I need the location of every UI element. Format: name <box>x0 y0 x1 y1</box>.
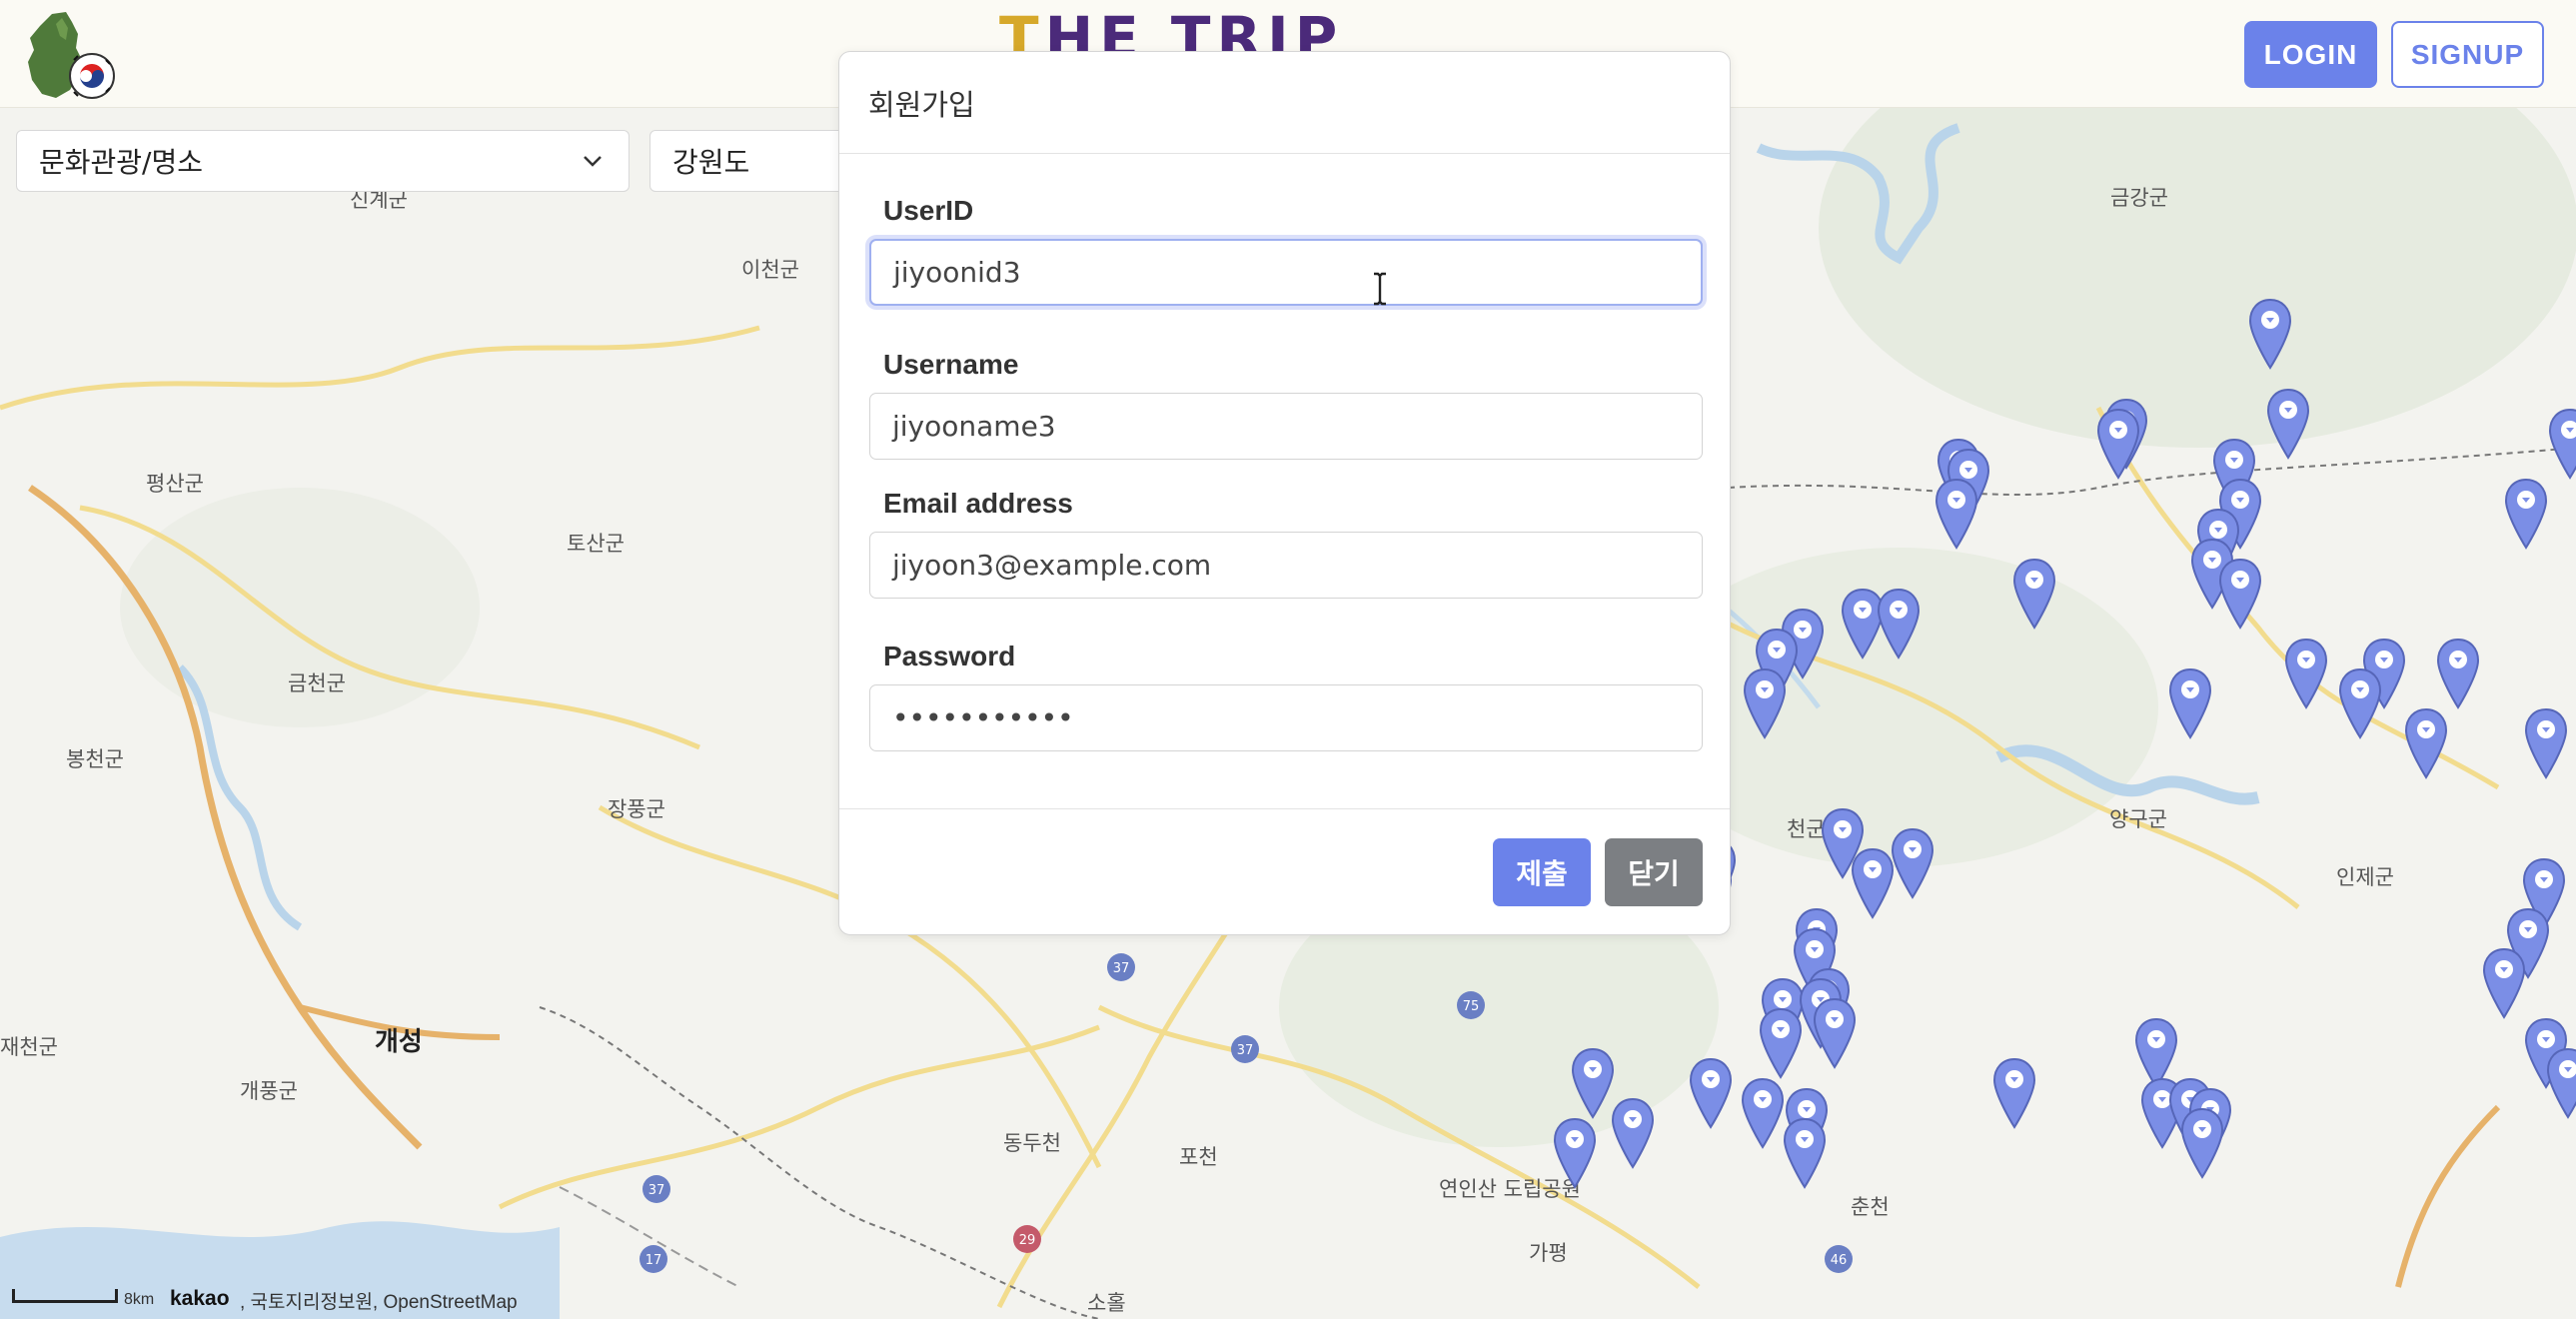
map-pin-marker[interactable] <box>1689 1057 1733 1129</box>
map-pin-marker[interactable] <box>1759 1007 1803 1079</box>
map-pin-marker[interactable] <box>1743 667 1787 739</box>
place-label: 토산군 <box>567 532 625 556</box>
place-label: 포천 <box>1179 1145 1218 1169</box>
map-pin-marker[interactable] <box>2504 478 2548 550</box>
place-label: 금천군 <box>288 671 346 695</box>
place-label: 개성 <box>375 1027 423 1057</box>
map-pin-marker[interactable] <box>2284 638 2328 709</box>
region-select-value: 강원도 <box>672 146 750 179</box>
login-button[interactable]: LOGIN <box>2244 21 2377 88</box>
map-pin-marker[interactable] <box>1813 997 1857 1069</box>
map-pin-marker[interactable] <box>1611 1097 1655 1169</box>
category-select-value: 문화관광/명소 <box>39 146 203 179</box>
map-pin-marker[interactable] <box>1553 1117 1597 1189</box>
map-pin-marker[interactable] <box>1571 1047 1615 1119</box>
place-label: 금강군 <box>2110 186 2168 210</box>
category-select[interactable]: 문화관광/명소 <box>16 130 630 192</box>
userid-label: UserID <box>883 195 974 226</box>
place-label: 평산군 <box>146 472 204 496</box>
map-pin-marker[interactable] <box>2266 388 2310 460</box>
map-scale-bar <box>12 1289 118 1303</box>
modal-header: 회원가입 <box>839 52 1730 154</box>
userid-input[interactable]: jiyoonid3 <box>869 239 1703 306</box>
map-pin-marker[interactable] <box>2180 1107 2224 1179</box>
place-label: 양구군 <box>2109 807 2167 831</box>
password-label: Password <box>883 641 1016 671</box>
userid-value: jiyoonid3 <box>893 256 1021 289</box>
email-value: jiyoon3@example.com <box>892 549 1212 582</box>
map-pin-marker[interactable] <box>1992 1057 2036 1129</box>
map-pin-marker[interactable] <box>2546 1047 2576 1119</box>
place-label: 장풍군 <box>608 797 665 821</box>
map-pin-marker[interactable] <box>2248 298 2292 370</box>
map-pin-marker[interactable] <box>2168 667 2212 739</box>
username-value: jiyooname3 <box>892 410 1056 443</box>
map-pin-marker[interactable] <box>1851 847 1895 919</box>
map-pin-marker[interactable] <box>2482 947 2526 1019</box>
signup-button[interactable]: SIGNUP <box>2391 21 2544 88</box>
map-pin-marker[interactable] <box>2548 408 2576 480</box>
map-pin-marker[interactable] <box>2012 558 2056 630</box>
modal-footer-divider <box>839 808 1730 809</box>
place-label: 소홀 <box>1087 1291 1126 1315</box>
chevron-down-icon <box>584 156 602 167</box>
submit-button[interactable]: 제출 <box>1493 838 1591 906</box>
map-pin-marker[interactable] <box>2436 638 2480 709</box>
signup-modal: 회원가입 UserID jiyoonid3 Username jiyooname… <box>838 51 1731 935</box>
email-input[interactable]: jiyoon3@example.com <box>869 532 1703 599</box>
map-pin-marker[interactable] <box>1891 827 1934 899</box>
place-label: 가평 <box>1529 1241 1568 1265</box>
password-input[interactable]: ••••••••••• <box>869 684 1703 751</box>
place-label: 이천군 <box>741 258 799 282</box>
map-pin-marker[interactable] <box>1877 588 1921 660</box>
place-label: 동두천 <box>1003 1131 1061 1155</box>
map-pin-marker[interactable] <box>1741 1077 1785 1149</box>
username-input[interactable]: jiyooname3 <box>869 393 1703 460</box>
username-label: Username <box>883 349 1019 380</box>
map-attribution: , 국토지리정보원, OpenStreetMap <box>240 1292 518 1313</box>
map-pin-marker[interactable] <box>2096 408 2140 480</box>
password-value: ••••••••••• <box>892 701 1074 734</box>
map-scale-label: 8km <box>124 1291 155 1308</box>
map-pin-marker[interactable] <box>2338 667 2382 739</box>
map-pin-marker[interactable] <box>2218 558 2262 630</box>
kakao-logo[interactable]: kakao <box>170 1287 230 1311</box>
korea-map-flag-logo-icon[interactable] <box>22 10 118 102</box>
region-select[interactable]: 강원도 <box>649 130 859 192</box>
map-pin-marker[interactable] <box>2524 707 2568 779</box>
place-label: 인제군 <box>2336 865 2394 889</box>
email-label: Email address <box>883 488 1073 519</box>
map-pin-marker[interactable] <box>1783 1117 1827 1189</box>
close-button[interactable]: 닫기 <box>1605 838 1703 906</box>
place-label: 춘천 <box>1851 1195 1890 1219</box>
text-cursor-icon <box>1374 272 1386 306</box>
place-label: 재천군 <box>0 1035 58 1059</box>
map-pin-marker[interactable] <box>1934 478 1978 550</box>
map-pin-marker[interactable] <box>2404 707 2448 779</box>
place-label: 개풍군 <box>240 1079 298 1103</box>
modal-title: 회원가입 <box>868 88 975 122</box>
place-label: 봉천군 <box>66 747 124 771</box>
place-label: 천군 <box>1787 817 1826 841</box>
